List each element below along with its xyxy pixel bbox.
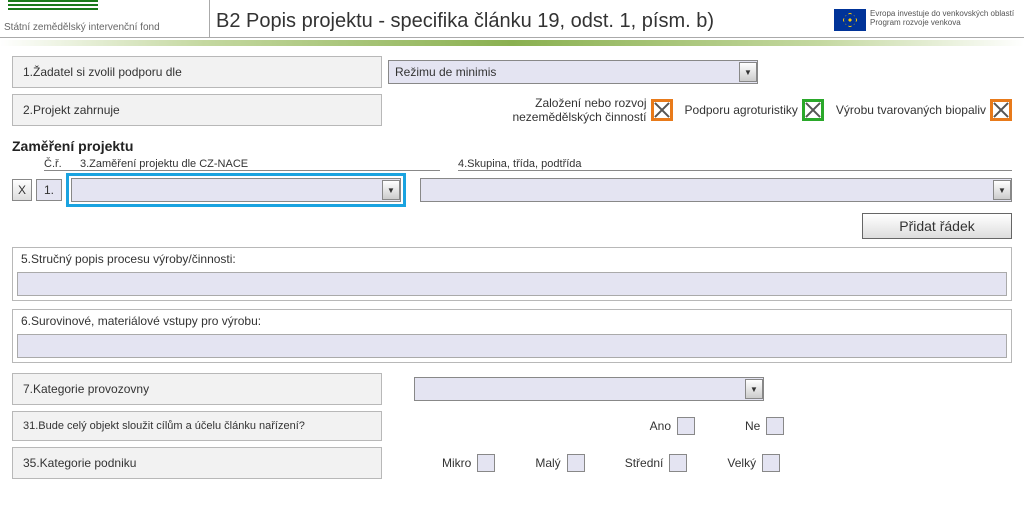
check-mikro[interactable] [477,454,495,472]
dropdown-group[interactable]: ▼ [420,178,1012,202]
field-material-inputs: 6.Surovinové, materiálové vstupy pro výr… [12,309,1012,363]
label-facility-category: 7.Kategorie provozovny [12,373,382,405]
textarea-process-description[interactable] [17,272,1007,296]
chk-label-nonagri: Založení nebo rozvoj nezemědělských činn… [487,96,647,124]
checkbox-nonagri[interactable] [651,99,673,121]
chk-label-biofuel: Výrobu tvarovaných biopaliv [836,103,986,117]
agency-block: Státní zemědělský intervenční fond [0,0,210,37]
dropdown-facility-category[interactable]: ▼ [414,377,764,401]
gradient-divider [0,40,1024,46]
dropdown-arrow-icon[interactable]: ▼ [382,180,400,200]
eu-block: Evropa investuje do venkovských oblastí … [834,7,1024,31]
dropdown-arrow-icon[interactable]: ▼ [739,62,757,82]
eu-flag-icon [834,9,866,31]
dropdown-support-type[interactable]: Režimu de minimis ▼ [388,60,758,84]
page-header: Státní zemědělský intervenční fond B2 Po… [0,0,1024,38]
section-title-focus: Zaměření projektu [12,138,1012,154]
delete-row-button[interactable]: X [12,179,32,201]
row-number: 1. [36,179,62,201]
label-support-type: 1.Žadatel si zvolil podporu dle [12,56,382,88]
dropdown-support-type-value: Režimu de minimis [395,65,496,79]
label-material-inputs: 6.Surovinové, materiálové vstupy pro výr… [13,310,1011,332]
field-process-description: 5.Stručný popis procesu výroby/činnosti: [12,247,1012,301]
radio-ano[interactable] [677,417,695,435]
page-title: B2 Popis projektu - specifika článku 19,… [210,4,834,33]
label-process-description: 5.Stručný popis procesu výroby/činnosti: [13,248,1011,270]
agency-name: Státní zemědělský intervenční fond [4,22,160,33]
checkbox-agrotourism[interactable] [802,99,824,121]
label-serves-purpose: 31.Bude celý objekt sloužit cílům a účel… [12,411,382,441]
col-head-cr: Č.ř. [44,158,80,171]
add-row-button[interactable]: Přidat řádek [862,213,1012,239]
label-maly: Malý [535,456,560,470]
dropdown-cznace[interactable]: ▼ [71,178,401,202]
check-stredni[interactable] [669,454,687,472]
textarea-material-inputs[interactable] [17,334,1007,358]
col-head-group: 4.Skupina, třída, podtřída [458,158,1012,171]
radio-ne[interactable] [766,417,784,435]
label-velky: Velký [727,456,756,470]
szif-logo-stripes [8,0,98,12]
label-ne: Ne [745,419,760,433]
label-ano: Ano [650,419,671,433]
col-head-cznace: 3.Zaměření projektu dle CZ-NACE [80,158,440,171]
label-project-includes: 2.Projekt zahrnuje [12,94,382,126]
check-maly[interactable] [567,454,585,472]
label-company-category: 35.Kategorie podniku [12,447,382,479]
label-stredni: Střední [625,456,664,470]
chk-label-agrotourism: Podporu agroturistiky [685,103,798,117]
label-mikro: Mikro [442,456,471,470]
highlight-frame: ▼ [66,173,406,207]
check-velky[interactable] [762,454,780,472]
dropdown-arrow-icon[interactable]: ▼ [745,379,763,399]
eu-line1: Evropa investuje do venkovských oblastí [870,9,1014,18]
dropdown-arrow-icon[interactable]: ▼ [993,180,1011,200]
checkbox-biofuel[interactable] [990,99,1012,121]
eu-line2: Program rozvoje venkova [870,18,1014,27]
